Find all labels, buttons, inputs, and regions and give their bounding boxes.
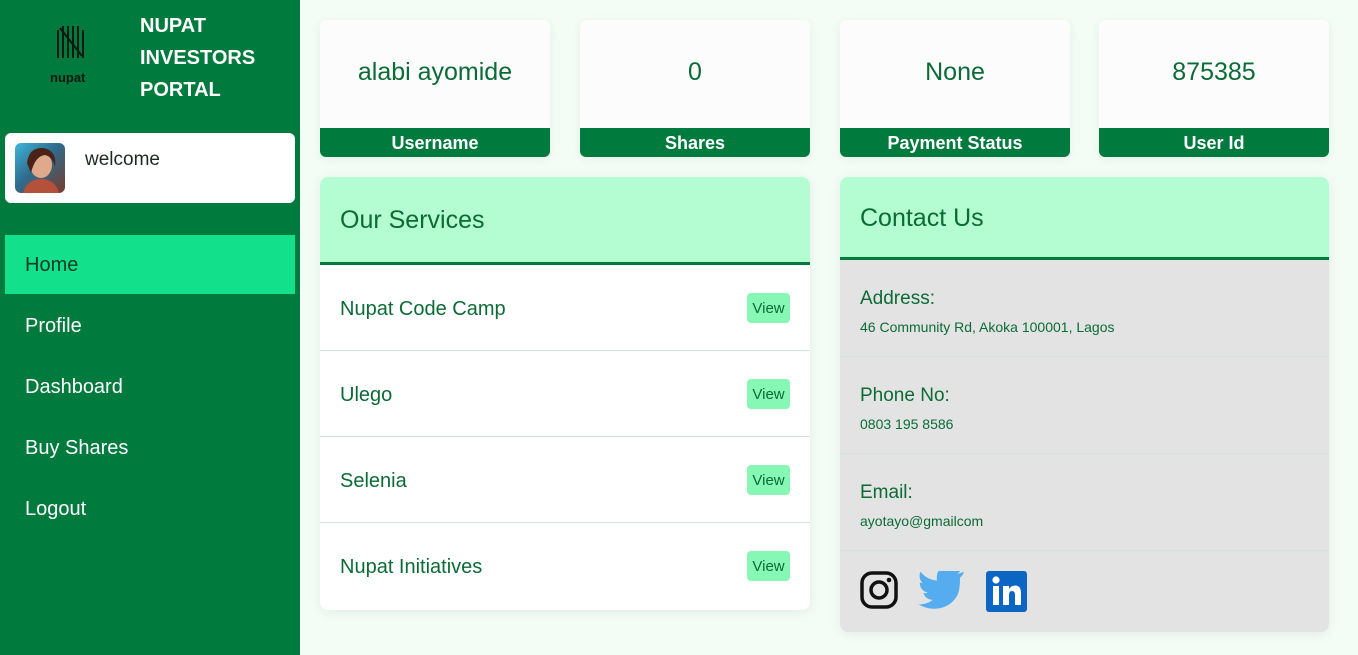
social-links [840,551,1329,631]
contact-phone: Phone No: 0803 195 8586 [840,357,1329,454]
contact-email: Email: ayotayo@gmailcom [840,454,1329,551]
service-name: Selenia [340,470,407,492]
address-value: 46 Community Rd, Akoka 100001, Lagos [860,319,1115,335]
welcome-text: welcome [85,149,160,170]
stat-label: Payment Status [840,128,1070,157]
service-name: Nupat Initiatives [340,556,483,578]
email-label: Email: [860,482,913,503]
avatar[interactable] [15,143,65,193]
welcome-card: welcome [5,133,295,203]
service-row: Nupat Code Camp View [320,265,810,351]
stat-value: 875385 [1172,58,1256,86]
stat-card-username: alabi ayomide Username [320,20,550,157]
stat-value: alabi ayomide [357,58,513,86]
stat-card-user-id: 875385 User Id [1099,20,1329,157]
nav-item-profile[interactable]: Profile [5,296,295,355]
service-row: Selenia View [320,437,810,523]
stat-label: User Id [1099,128,1329,157]
sidebar: nupat NUPAT INVESTORS PORTAL welcome Hom… [0,0,300,655]
linkedin-icon[interactable] [986,571,1027,612]
phone-value: 0803 195 8586 [860,416,954,432]
stat-value: 0 [688,58,702,86]
stat-card-shares: 0 Shares [580,20,810,157]
view-button[interactable]: View [747,465,790,495]
sidebar-nav: Home Profile Dashboard Buy Shares Logout [5,235,295,540]
services-panel: Our Services Nupat Code Camp View Ulego … [320,177,810,610]
nav-item-logout[interactable]: Logout [5,479,295,538]
instagram-icon[interactable] [860,571,898,609]
contact-address: Address: 46 Community Rd, Akoka 100001, … [840,260,1329,357]
service-row: Ulego View [320,351,810,437]
avatar-portrait-icon [23,147,59,193]
nav-item-buy-shares[interactable]: Buy Shares [5,418,295,477]
nav-item-home[interactable]: Home [5,235,295,294]
contact-body: Address: 46 Community Rd, Akoka 100001, … [840,260,1329,632]
twitter-icon[interactable] [918,571,966,611]
logo-mark-icon [57,26,84,58]
nupat-logo[interactable]: nupat [50,24,94,94]
portal-title: NUPAT INVESTORS PORTAL [140,15,256,101]
view-button[interactable]: View [747,379,790,409]
nav-item-dashboard[interactable]: Dashboard [5,357,295,416]
stat-label: Shares [580,128,810,157]
view-button[interactable]: View [747,551,790,581]
services-title: Our Services [320,177,810,265]
phone-label: Phone No: [860,385,950,406]
brand: nupat NUPAT INVESTORS PORTAL [40,10,300,110]
stat-label: Username [320,128,550,157]
contact-title: Contact Us [840,177,1329,260]
address-label: Address: [860,288,935,309]
view-button[interactable]: View [747,293,790,323]
logo-wordmark: nupat [50,70,86,85]
stat-card-payment-status: None Payment Status [840,20,1070,157]
stat-value: None [925,58,985,86]
email-value: ayotayo@gmailcom [860,513,984,529]
service-name: Nupat Code Camp [340,298,506,320]
contact-panel: Contact Us Address: 46 Community Rd, Ako… [840,177,1329,632]
service-name: Ulego [340,384,393,406]
service-row: Nupat Initiatives View [320,523,810,609]
